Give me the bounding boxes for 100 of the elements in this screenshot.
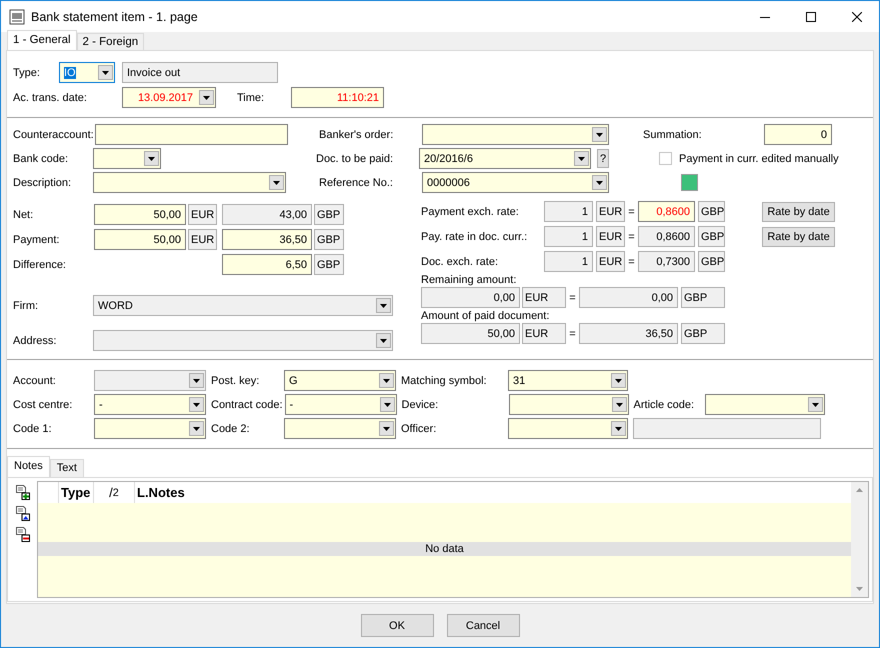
type-combo[interactable]: IO <box>59 62 115 83</box>
window-title: Bank statement item - 1. page <box>31 10 198 24</box>
currency-label: GBP <box>681 287 725 308</box>
tab[interactable]: 1 - General <box>7 30 77 50</box>
lookup-button[interactable]: ? <box>597 149 609 168</box>
caret-icon <box>615 378 622 382</box>
combo-box[interactable]: - <box>284 394 397 415</box>
combo-box[interactable] <box>93 172 286 193</box>
checkbox-label: Payment in curr. edited manually <box>679 152 839 164</box>
currency-label: EUR <box>596 251 625 272</box>
add-note-icon[interactable] <box>16 485 30 500</box>
units-field: 1 <box>544 251 593 272</box>
caret-icon <box>596 180 603 184</box>
field-label: Matching symbol: <box>401 374 488 386</box>
amount-field[interactable]: 36,50 <box>222 229 312 250</box>
equals-sign: = <box>627 230 636 242</box>
rate-field: 0,8600 <box>638 226 695 247</box>
field-label: Difference: <box>13 258 67 270</box>
field-label: Summation: <box>643 128 703 140</box>
combo-box[interactable] <box>508 418 628 439</box>
field-label: Officer: <box>401 422 438 434</box>
field-label: Address: <box>13 334 58 346</box>
scrollbar[interactable] <box>851 482 868 597</box>
field-label: Account: <box>13 374 57 386</box>
field-label: Doc. to be paid: <box>316 152 394 164</box>
rate-field[interactable]: 0,8600 <box>638 201 695 222</box>
summation-field[interactable]: 0 <box>764 124 832 145</box>
currency-label: EUR <box>188 229 217 250</box>
combo-box[interactable] <box>508 394 629 415</box>
caret-icon <box>273 180 280 184</box>
column-header[interactable]: L.Notes <box>135 482 187 503</box>
scroll-up-icon[interactable] <box>856 488 863 492</box>
maximize-icon[interactable] <box>806 12 816 22</box>
empty-message: No data <box>38 542 851 556</box>
field-label: Counteraccount: <box>13 128 95 140</box>
type-name-field: Invoice out <box>122 62 278 83</box>
ok-button[interactable]: OK <box>360 614 434 637</box>
checkbox[interactable] <box>659 152 672 165</box>
date-combo[interactable]: 13.09.2017 <box>122 87 216 108</box>
combo-box[interactable]: 20/2016/6 <box>419 148 591 169</box>
currency-label: EUR <box>522 323 566 344</box>
caret-icon <box>148 156 155 160</box>
caret-icon <box>384 402 391 406</box>
field-label: Payment: <box>13 234 60 246</box>
caret-icon <box>596 132 603 136</box>
amount-field: 43,00 <box>222 204 312 225</box>
units-field: 1 <box>544 201 593 222</box>
rate-by-date-button[interactable]: Rate by date <box>762 226 835 246</box>
combo-box[interactable] <box>422 124 609 145</box>
tab[interactable]: Notes <box>7 456 50 477</box>
caret-icon <box>615 426 622 430</box>
combo-box[interactable]: 31 <box>508 370 628 391</box>
caret-icon <box>193 378 200 382</box>
close-icon[interactable] <box>852 12 862 22</box>
combo-box[interactable] <box>93 148 161 169</box>
scroll-down-icon[interactable] <box>856 587 863 591</box>
field-label: Type: <box>13 66 41 78</box>
amount-field: 36,50 <box>579 323 678 344</box>
field-label: Code 2: <box>211 422 251 434</box>
currency-label: EUR <box>596 201 625 222</box>
equals-sign: = <box>627 206 636 218</box>
currency-label: GBP <box>698 201 725 222</box>
units-field: 1 <box>544 226 593 247</box>
currency-label: GBP <box>314 254 344 275</box>
rate-by-date-button[interactable]: Rate by date <box>762 202 835 222</box>
delete-note-icon[interactable] <box>16 527 30 542</box>
caret-icon <box>812 402 819 406</box>
caret-icon <box>193 426 200 430</box>
field-label: Device: <box>402 398 440 410</box>
caret-icon <box>102 70 109 74</box>
field-label: Ac. trans. date: <box>13 92 88 104</box>
currency-label: EUR <box>522 287 566 308</box>
tab[interactable]: 2 - Foreign <box>76 33 144 50</box>
input-field[interactable] <box>94 124 288 145</box>
cancel-button[interactable]: Cancel <box>446 614 520 637</box>
amount-field[interactable]: 6,50 <box>222 254 312 275</box>
combo-box[interactable] <box>94 418 206 439</box>
currency-label: GBP <box>698 226 725 247</box>
amount-field[interactable]: 50,00 <box>94 204 186 225</box>
equals-sign: = <box>568 328 577 340</box>
currency-label: EUR <box>596 226 625 247</box>
field-label: Net: <box>13 208 34 220</box>
time-field[interactable]: 11:10:21 <box>291 87 384 108</box>
combo-box[interactable] <box>704 394 825 415</box>
combo-box[interactable] <box>284 418 396 439</box>
tab[interactable]: Text <box>50 459 84 477</box>
currency-label: GBP <box>698 251 725 272</box>
amount-field: 50,00 <box>421 323 520 344</box>
field-label: Pay. rate in doc. curr.: <box>421 230 528 242</box>
amount-field: 0,00 <box>421 287 520 308</box>
combo-box[interactable]: WORD <box>93 295 393 316</box>
rate-field: 0,7300 <box>638 251 695 272</box>
field-label: Remaining amount: <box>421 273 518 287</box>
edit-note-icon[interactable] <box>16 506 30 521</box>
combo-box[interactable]: - <box>94 394 206 415</box>
amount-field[interactable]: 50,00 <box>94 229 186 250</box>
caret-icon <box>616 402 623 406</box>
field-label: Bank code: <box>13 152 70 164</box>
combo-box[interactable]: G <box>284 370 396 391</box>
combo-box[interactable]: 0000006 <box>422 172 609 193</box>
